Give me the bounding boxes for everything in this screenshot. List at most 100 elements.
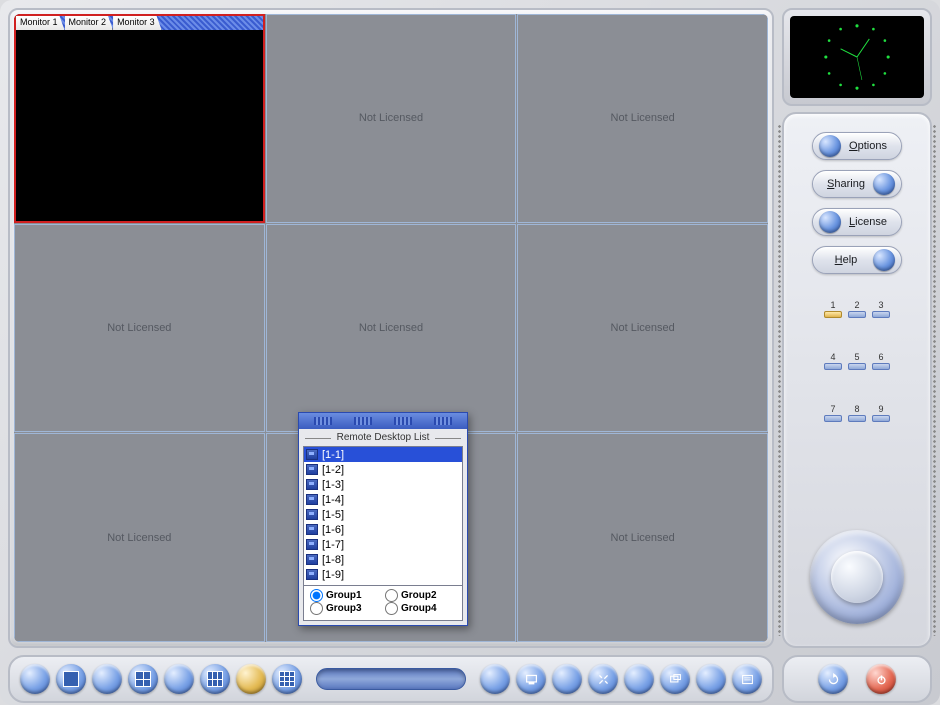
group-radio-input[interactable]: [310, 602, 323, 615]
jog-dial[interactable]: [810, 530, 904, 624]
right-panel: Options Sharing License Help 123 4 5 6 7 8 9: [782, 8, 932, 648]
monitor-cell-1[interactable]: Monitor 1 Monitor 2 Monitor 3: [14, 14, 265, 223]
remote-list-item-label: [1-8]: [322, 554, 344, 566]
group-radio-group2[interactable]: Group2: [385, 589, 456, 602]
remote-list-item[interactable]: [1-3]: [304, 477, 462, 492]
group-radio-group4[interactable]: Group4: [385, 602, 456, 615]
group-radio-set: Group1 Group2 Group3 Group4: [303, 586, 463, 621]
toolbar-button-generic[interactable]: [20, 664, 50, 694]
preset-button-1[interactable]: 1: [823, 300, 843, 322]
remote-list-item-label: [1-9]: [322, 569, 344, 581]
layout-1x1-button[interactable]: [56, 664, 86, 694]
window-titlebar[interactable]: [299, 413, 467, 429]
monitor-tab-strip: Monitor 1 Monitor 2 Monitor 3: [16, 16, 263, 30]
monitor-tab[interactable]: Monitor 2: [65, 16, 114, 30]
monitor-cell-2[interactable]: Not Licensed: [266, 14, 517, 223]
remote-desktop-list-window[interactable]: Remote Desktop List [1-1][1-2] [1-3] [1-4]…: [298, 412, 468, 626]
remote-list-item-label: [1-4]: [322, 494, 344, 506]
group-radio-label: Group2: [401, 590, 437, 601]
layout-2x3-button[interactable]: [200, 664, 230, 694]
monitor-tab[interactable]: Monitor 1: [16, 16, 65, 30]
group-radio-input[interactable]: [310, 589, 323, 602]
license-button[interactable]: License: [812, 208, 902, 236]
jog-dial-center[interactable]: [831, 551, 883, 603]
remote-list-item[interactable]: [1-4]: [304, 492, 462, 507]
grip-icon: [434, 417, 452, 425]
remote-list-item-label: [1-3]: [322, 479, 344, 491]
preset-button-8[interactable]: 8: [847, 404, 867, 426]
window-header: Remote Desktop List: [299, 429, 467, 446]
window-title: Remote Desktop List: [337, 432, 430, 443]
preset-indicator: [824, 311, 842, 318]
not-licensed-label: Not Licensed: [107, 532, 171, 544]
group-radio-input[interactable]: [385, 602, 398, 615]
preset-grid: 123 4 5 6 7 8 9: [823, 300, 891, 426]
refresh-button[interactable]: [818, 664, 848, 694]
remote-list-item[interactable]: [1-2]: [304, 462, 462, 477]
group-radio-group1[interactable]: Group1: [310, 589, 381, 602]
monitor-cell-4[interactable]: Not Licensed: [14, 224, 265, 433]
preset-button-3[interactable]: 3: [871, 300, 891, 322]
toolbar-button-highlight[interactable]: [236, 664, 266, 694]
remote-desktop-icon: [306, 494, 318, 505]
remote-list-item[interactable]: [1-5]: [304, 507, 462, 522]
preset-button-7[interactable]: 7: [823, 404, 843, 426]
monitor-action-button[interactable]: [516, 664, 546, 694]
preset-indicator: [848, 311, 866, 318]
tools-button[interactable]: [588, 664, 618, 694]
remote-desktop-list[interactable]: [1-1][1-2] [1-3] [1-4] [1-5] [1-6] [1-7] [1-8]…: [303, 446, 463, 586]
preset-button-5[interactable]: 5: [847, 352, 867, 374]
not-licensed-label: Not Licensed: [611, 532, 675, 544]
preset-label: 8: [854, 404, 859, 414]
preset-label: 4: [830, 352, 835, 362]
toolbar-button-generic[interactable]: [552, 664, 582, 694]
sharing-button[interactable]: Sharing: [812, 170, 902, 198]
preset-indicator: [824, 415, 842, 422]
remote-list-item-label: [1-5]: [322, 509, 344, 521]
monitor-cell-9[interactable]: Not Licensed: [517, 433, 768, 642]
toolbar-button-generic[interactable]: [480, 664, 510, 694]
remote-desktop-icon: [306, 524, 318, 535]
preset-button-9[interactable]: 9: [871, 404, 891, 426]
layout-2x2-button[interactable]: [128, 664, 158, 694]
monitor-cell-6[interactable]: Not Licensed: [517, 224, 768, 433]
preset-button-2[interactable]: 2: [847, 300, 867, 322]
remote-list-item[interactable]: [1-8]: [304, 552, 462, 567]
help-button[interactable]: Help: [812, 246, 902, 274]
group-radio-input[interactable]: [385, 589, 398, 602]
window-action-button[interactable]: [660, 664, 690, 694]
power-button[interactable]: [866, 664, 896, 694]
layout-3x3-button[interactable]: [272, 664, 302, 694]
remote-desktop-icon: [306, 509, 318, 520]
monitor-cell-7[interactable]: Not Licensed: [14, 433, 265, 642]
toolbar-button-generic[interactable]: [92, 664, 122, 694]
toolbar-button-generic[interactable]: [696, 664, 726, 694]
group-radio-group3[interactable]: Group3: [310, 602, 381, 615]
remote-list-item[interactable]: [1-6]: [304, 522, 462, 537]
remote-list-item[interactable]: [1-9]: [304, 567, 462, 582]
button-orb-icon: [873, 173, 895, 195]
monitor-cell-3[interactable]: Not Licensed: [517, 14, 768, 223]
preset-button-4[interactable]: 4: [823, 352, 843, 374]
toolbar-button-generic[interactable]: [164, 664, 194, 694]
preset-label: 7: [830, 404, 835, 414]
remote-list-item-label: [1-1]: [322, 449, 344, 461]
toolbar-button-generic[interactable]: [624, 664, 654, 694]
remote-list-item-label: [1-7]: [322, 539, 344, 551]
decor-dots: [777, 124, 782, 636]
remote-list-item[interactable]: [1-7]: [304, 537, 462, 552]
not-licensed-label: Not Licensed: [611, 322, 675, 334]
remote-desktop-icon: [306, 539, 318, 550]
options-button[interactable]: Options: [812, 132, 902, 160]
list-action-button[interactable]: [732, 664, 762, 694]
control-panel: Options Sharing License Help 123 4 5 6 7 8 9: [782, 112, 932, 648]
monitor-cell-5[interactable]: Not Licensed: [266, 224, 517, 433]
monitor-tab[interactable]: Monitor 3: [113, 16, 162, 30]
preset-label: 5: [854, 352, 859, 362]
preset-button-6[interactable]: 6: [871, 352, 891, 374]
button-label: Options: [841, 140, 895, 152]
not-licensed-label: Not Licensed: [359, 112, 423, 124]
remote-list-item[interactable]: [1-1]: [304, 447, 462, 462]
remote-list-item-label: [1-6]: [322, 524, 344, 536]
clock-panel: [782, 8, 932, 106]
